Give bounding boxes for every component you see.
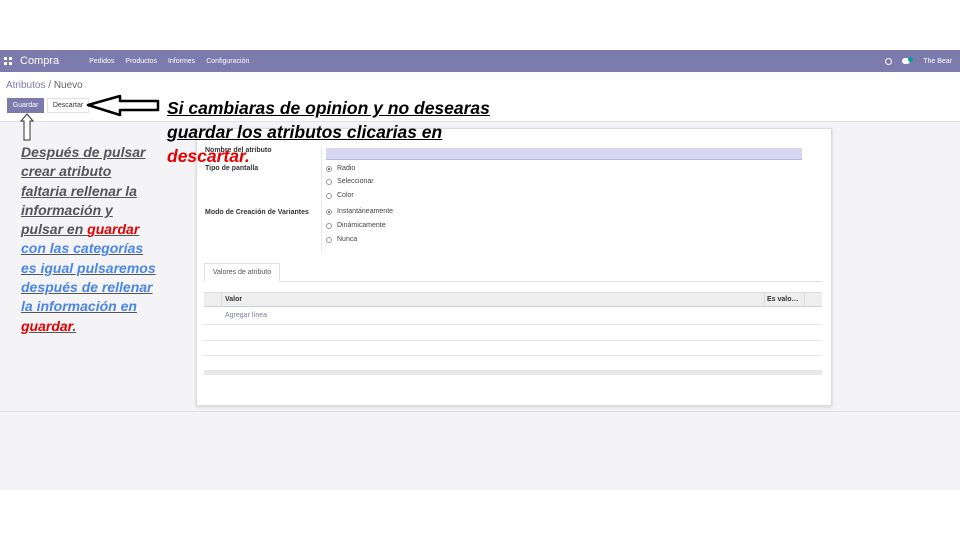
- annotation-line: descartar.: [167, 146, 250, 166]
- annotation-line: guardar.: [21, 317, 181, 336]
- annotation-line: Después de pulsar: [21, 144, 146, 160]
- annotation-line: información y: [21, 201, 113, 218]
- annotation-line: Si cambiaras de opinion y no desearas: [167, 98, 490, 118]
- annotation-line: faltaria rellenar la: [21, 182, 137, 199]
- annotation-text: .: [72, 317, 77, 334]
- annotation-line: la información en: [21, 298, 137, 315]
- annotation-discard: Si cambiaras de opinion y no desearas gu…: [167, 96, 547, 168]
- annotation-text: pulsar en: [21, 221, 88, 238]
- annotation-line: pulsar en guardar: [21, 220, 181, 239]
- annotation-save: Después de pulsar crear atributo faltari…: [21, 143, 181, 336]
- annotation-line: después de rellenar: [21, 279, 153, 296]
- annotation-line: guardar los atributos clicarias en: [167, 122, 443, 142]
- annotation-highlight: guardar: [87, 221, 140, 238]
- annotation-highlight: guardar: [21, 317, 73, 334]
- annotation-line: es igual pulsaremos: [21, 259, 156, 276]
- left-pointing-arrow-icon: [86, 94, 160, 117]
- up-pointing-arrow-icon: [19, 113, 35, 141]
- annotation-line: crear atributo: [21, 163, 112, 180]
- annotation-line: con las categorías: [21, 240, 144, 257]
